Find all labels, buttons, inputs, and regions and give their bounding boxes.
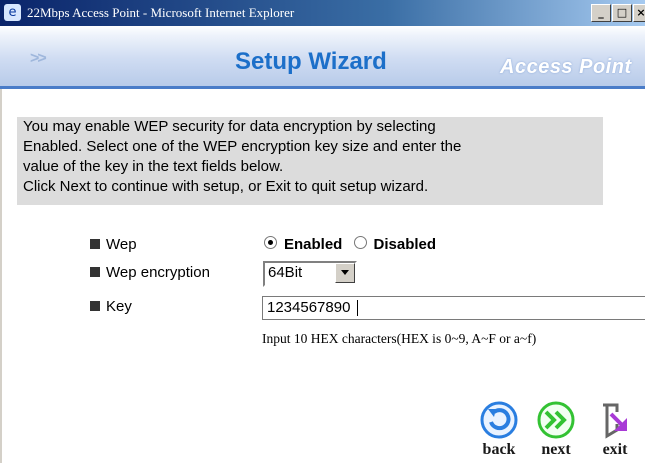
- maximize-button[interactable]: □: [612, 4, 632, 22]
- instructions-box: You may enable WEP security for data enc…: [17, 117, 603, 205]
- text-caret: [357, 300, 358, 316]
- minimize-button[interactable]: _: [591, 4, 611, 22]
- close-button[interactable]: ×: [633, 4, 645, 22]
- instructions-line: value of the key in the text fields belo…: [23, 158, 284, 175]
- next-button[interactable]: next: [531, 400, 581, 462]
- square-bullet-icon: [90, 267, 100, 277]
- exit-icon: [603, 403, 627, 439]
- window-frame: [0, 26, 12, 463]
- wep-disabled-radio[interactable]: [353, 236, 367, 249]
- exit-label: exit: [602, 441, 628, 458]
- square-bullet-icon: [90, 301, 100, 311]
- key-hint: Input 10 HEX characters(HEX is 0~9, A~F …: [262, 331, 537, 346]
- banner-divider: [0, 86, 645, 89]
- wep-radio-group: Enabled Disabled: [264, 236, 436, 253]
- back-button[interactable]: back: [474, 400, 524, 462]
- exit-button[interactable]: exit: [590, 400, 640, 462]
- chevron-down-icon[interactable]: [335, 263, 355, 283]
- key-input[interactable]: 1234567890: [262, 296, 645, 320]
- next-label: next: [541, 441, 571, 458]
- ie-icon: e: [4, 4, 21, 21]
- wep-row-label: Wep: [90, 236, 137, 253]
- encryption-selected-value: 64Bit: [268, 264, 303, 281]
- brand-logo: Access Point: [500, 56, 632, 78]
- window-titlebar: e 22Mbps Access Point - Microsoft Intern…: [0, 0, 645, 26]
- encryption-row-label: Wep encryption: [90, 264, 210, 281]
- key-label: Key: [106, 298, 132, 315]
- wep-enabled-label[interactable]: Enabled: [284, 236, 342, 253]
- encryption-select[interactable]: 64Bit: [263, 261, 357, 287]
- window-title: 22Mbps Access Point - Microsoft Internet…: [27, 5, 295, 20]
- wep-enabled-radio[interactable]: [264, 236, 277, 249]
- back-icon: [480, 401, 518, 439]
- back-label: back: [482, 441, 516, 458]
- page-title: Setup Wizard: [235, 48, 387, 75]
- square-bullet-icon: [90, 239, 100, 249]
- encryption-label: Wep encryption: [106, 264, 210, 281]
- wep-label: Wep: [106, 236, 137, 253]
- instructions-line: Click Next to continue with setup, or Ex…: [23, 178, 429, 195]
- wep-disabled-label[interactable]: Disabled: [374, 236, 437, 253]
- key-row-label: Key: [90, 298, 132, 315]
- instructions-line: Enabled. Select one of the WEP encryptio…: [23, 138, 462, 155]
- instructions-line: You may enable WEP security for data enc…: [23, 118, 436, 135]
- next-icon: [537, 401, 575, 439]
- wizard-banner: >> Setup Wizard Access Point: [0, 26, 645, 86]
- double-arrow-icon: >>: [30, 50, 47, 67]
- key-input-value: 1234567890: [267, 299, 351, 316]
